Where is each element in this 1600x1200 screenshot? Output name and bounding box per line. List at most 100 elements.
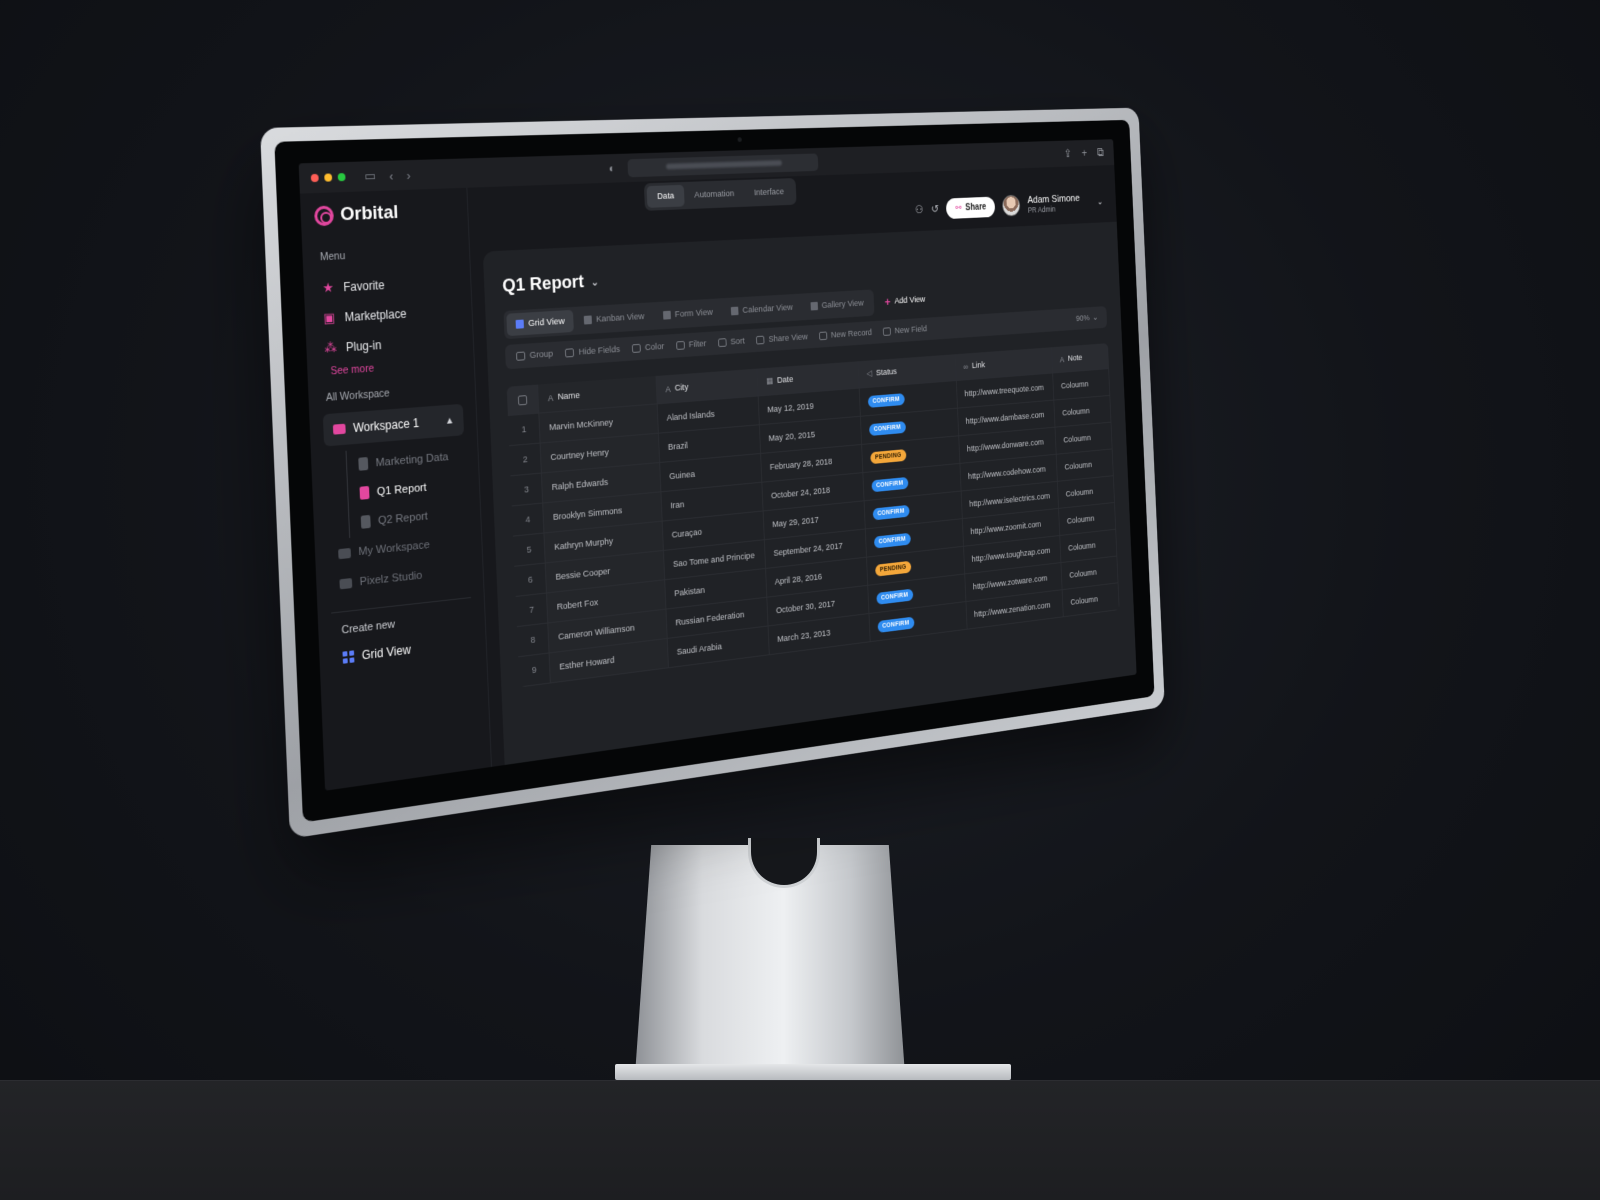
row-index: 9 — [518, 653, 551, 686]
shield-icon: ◐ — [609, 162, 616, 176]
all-workspace-label: All Workspace — [326, 382, 463, 404]
app: Orbital Menu ★ Favorite ▣ Marketplace ⁂ … — [300, 165, 1137, 791]
cell-note[interactable]: Coloumn — [1053, 369, 1110, 400]
create-item-label: Grid View — [362, 643, 411, 663]
create-grid-view-button[interactable]: Grid View — [333, 631, 474, 670]
toolbar-label: Hide Fields — [578, 344, 620, 357]
status-badge: CONFIRM — [876, 588, 913, 604]
new-record-icon — [819, 332, 827, 341]
user-info[interactable]: Adam Simone PR Admin — [1027, 193, 1080, 214]
close-window-button[interactable] — [311, 174, 319, 182]
select-all-cell[interactable] — [507, 385, 540, 416]
back-arrow-icon[interactable]: ‹ — [389, 168, 394, 183]
column-label: Status — [876, 367, 897, 379]
mode-tabs: Data Automation Interface — [644, 178, 797, 211]
workspace-1-item[interactable]: Workspace 1 ▲ — [323, 404, 464, 447]
grid-icon — [342, 650, 354, 663]
status-badge: PENDING — [875, 560, 911, 576]
main-area: Data Automation Interface ⚇ ↺ ⚯ Share Ad… — [467, 165, 1136, 767]
tab-automation[interactable]: Automation — [684, 183, 745, 207]
status-badge: CONFIRM — [869, 421, 906, 436]
new-tab-icon[interactable]: + — [1081, 146, 1087, 160]
text-field-icon: A — [1060, 355, 1065, 364]
sidebar-item-label: Marketplace — [344, 307, 406, 325]
floor — [0, 1080, 1600, 1200]
toolbar-label: New Field — [894, 324, 927, 336]
new-field-icon — [883, 327, 891, 336]
share-page-icon[interactable]: ⇪ — [1064, 147, 1072, 161]
sidebar-item-label: Favorite — [343, 278, 385, 294]
new-field-button[interactable]: New Field — [883, 324, 928, 337]
calendar-icon: ▦ — [766, 376, 773, 387]
document-icon — [359, 486, 369, 500]
url-bar[interactable] — [627, 153, 818, 177]
monitor: ▭ ‹ › ◐ ⇪ + ⧉ Orbital Menu ★ Favorite ▣ … — [260, 108, 1165, 839]
tree-item-label: Q1 Report — [377, 481, 427, 497]
link-icon: ∞ — [963, 362, 968, 371]
status-badge: CONFIRM — [877, 616, 914, 632]
chevron-up-icon[interactable]: ▲ — [445, 415, 455, 427]
status-badge: CONFIRM — [868, 393, 905, 408]
create-new-label: Create new — [341, 610, 472, 637]
share-button[interactable]: ⚯ Share — [946, 196, 996, 218]
sort-button[interactable]: Sort — [718, 336, 745, 348]
row-index: 7 — [516, 593, 549, 626]
share-view-button[interactable]: Share View — [756, 332, 808, 346]
tab-gallery-view[interactable]: Gallery View — [802, 292, 872, 317]
tab-interface[interactable]: Interface — [744, 181, 794, 204]
page-title: Q1 Report — [502, 272, 584, 298]
tabs-overview-icon[interactable]: ⧉ — [1097, 146, 1104, 160]
document-icon — [358, 457, 368, 471]
chevron-down-icon[interactable]: ⌄ — [591, 275, 600, 288]
cell-note[interactable]: Coloumn — [1063, 583, 1120, 616]
column-label: Note — [1068, 353, 1083, 364]
tab-data[interactable]: Data — [647, 185, 685, 208]
view-tab-label: Calendar View — [742, 302, 793, 315]
tree-item-label: Marketing Data — [375, 451, 448, 469]
row-index: 3 — [510, 473, 543, 505]
toolbar-label: Filter — [688, 339, 706, 350]
app-logo[interactable]: Orbital — [314, 200, 455, 227]
cell-note[interactable]: Coloumn — [1054, 396, 1111, 427]
text-field-icon: A — [665, 384, 671, 394]
table-body: 1 Marvin McKinney Aland Islands May 12, 201… — [508, 369, 1120, 687]
filter-button[interactable]: Filter — [676, 339, 707, 351]
filter-icon — [676, 341, 685, 350]
history-icon[interactable]: ↺ — [931, 202, 939, 215]
forward-arrow-icon[interactable]: › — [406, 167, 411, 182]
tab-form-view[interactable]: Form View — [654, 301, 721, 327]
status-badge: PENDING — [870, 449, 906, 464]
add-collaborator-icon[interactable]: ⚇ — [915, 203, 924, 216]
color-button[interactable]: Color — [632, 341, 665, 354]
app-name: Orbital — [340, 202, 399, 226]
new-record-button[interactable]: New Record — [819, 328, 873, 342]
chevron-down-icon[interactable]: ⌄ — [1097, 197, 1103, 207]
view-tab-label: Kanban View — [596, 311, 645, 324]
user-role: PR Admin — [1028, 203, 1081, 214]
toolbar-label: Color — [645, 341, 665, 353]
row-index: 2 — [509, 443, 542, 475]
column-header-note[interactable]: A Note — [1052, 343, 1109, 372]
header-actions: ⚇ ↺ ⚯ Share Adam Simone PR Admin ⌄ — [915, 191, 1104, 220]
workspace-label: My Workspace — [358, 539, 430, 558]
minimize-window-button[interactable] — [324, 173, 332, 181]
text-field-icon: A — [548, 393, 554, 403]
sidebar-toggle-icon[interactable]: ▭ — [364, 168, 376, 184]
sidebar: Orbital Menu ★ Favorite ▣ Marketplace ⁂ … — [300, 188, 492, 791]
group-button[interactable]: Group — [516, 349, 553, 362]
add-view-button[interactable]: + Add View — [884, 293, 925, 309]
tab-calendar-view[interactable]: Calendar View — [722, 296, 801, 322]
chevron-down-icon: ⌄ — [1092, 313, 1098, 323]
avatar[interactable] — [1002, 195, 1021, 217]
column-label: City — [674, 382, 688, 393]
plus-icon: + — [884, 295, 890, 309]
calendar-icon — [731, 307, 739, 316]
zoom-select[interactable]: 90% ⌄ — [1076, 313, 1099, 324]
tab-kanban-view[interactable]: Kanban View — [575, 305, 654, 332]
hide-fields-button[interactable]: Hide Fields — [565, 344, 620, 358]
report-panel: Q1 Report ⌄ Grid View Kanban View Form V… — [483, 222, 1137, 765]
sidebar-item-label: Plug-in — [346, 338, 382, 354]
tab-grid-view[interactable]: Grid View — [506, 310, 574, 336]
checkbox[interactable] — [518, 395, 527, 405]
maximize-window-button[interactable] — [338, 173, 346, 181]
